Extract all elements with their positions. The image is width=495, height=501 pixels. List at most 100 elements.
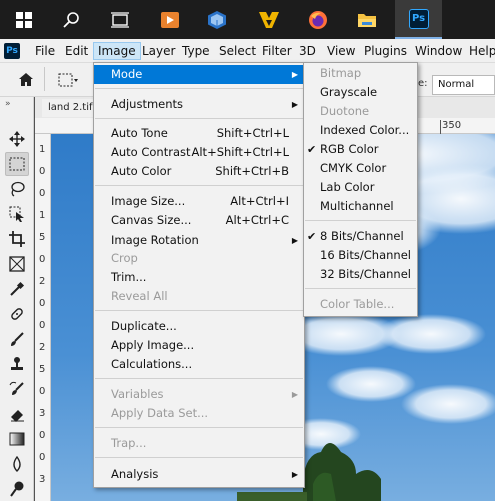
blend-mode-select[interactable]: Normal <box>432 75 495 95</box>
menu-item-variables: Variables ▶ <box>94 385 304 404</box>
file-explorer-icon[interactable] <box>343 0 390 39</box>
menu-item-image-rotation[interactable]: Image Rotation ▶ <box>94 231 304 250</box>
mode-item-16-bits[interactable]: 16 Bits/Channel <box>304 246 417 265</box>
windows-taskbar: Ps <box>0 0 495 39</box>
menu-item-image-size[interactable]: Image Size... Alt+Ctrl+I <box>94 192 304 211</box>
blur-tool-icon[interactable] <box>5 452 29 476</box>
photoshop-icon[interactable]: Ps <box>395 0 442 39</box>
menu-layer[interactable]: Layer <box>138 42 179 60</box>
submenu-arrow-icon: ▶ <box>291 100 298 109</box>
gradient-tool-icon[interactable] <box>5 427 29 451</box>
mode-item-grayscale[interactable]: Grayscale <box>304 83 417 102</box>
menu-separator <box>95 378 303 379</box>
menu-file[interactable]: File <box>31 42 59 60</box>
menu-item-calculations[interactable]: Calculations... <box>94 355 304 374</box>
menu-item-adjustments[interactable]: Adjustments ▶ <box>94 95 304 114</box>
menu-image[interactable]: Image <box>93 42 141 60</box>
menu-item-duplicate[interactable]: Duplicate... <box>94 317 304 336</box>
menu-separator <box>305 288 416 289</box>
menu-item-label: 16 Bits/Channel <box>320 248 411 262</box>
collapse-panel-icon[interactable]: » <box>5 99 11 109</box>
mode-item-bitmap: Bitmap <box>304 64 417 83</box>
media-player-icon[interactable] <box>146 0 193 39</box>
menu-item-shortcut: Alt+Ctrl+I <box>230 194 289 208</box>
rectangular-marquee-tool-icon[interactable] <box>5 152 29 176</box>
menu-item-label: Auto Contrast <box>111 145 191 159</box>
mode-item-indexed-color[interactable]: Indexed Color... <box>304 121 417 140</box>
app-icon[interactable] <box>245 0 292 39</box>
tools-panel: » <box>0 97 34 501</box>
menu-select[interactable]: Select <box>215 42 260 60</box>
menu-item-shortcut: Alt+Shift+Ctrl+L <box>191 145 290 159</box>
ruler-digit: 3 <box>39 408 46 419</box>
photoshop-icon-label: Ps <box>408 8 429 29</box>
ruler-digit: 0 <box>39 254 46 265</box>
menu-item-auto-contrast[interactable]: Auto Contrast Alt+Shift+Ctrl+L <box>94 143 304 162</box>
options-divider <box>44 67 45 91</box>
menu-type[interactable]: Type <box>178 42 214 60</box>
menu-separator <box>95 88 303 89</box>
spot-healing-brush-tool-icon[interactable] <box>5 302 29 326</box>
mode-item-8-bits[interactable]: ✔ 8 Bits/Channel <box>304 227 417 246</box>
ruler-digit: 0 <box>39 188 46 199</box>
menu-plugins[interactable]: Plugins <box>360 42 411 60</box>
mode-item-cmyk-color[interactable]: CMYK Color <box>304 159 417 178</box>
menu-item-label: Lab Color <box>320 180 375 194</box>
menu-3d[interactable]: 3D <box>295 42 320 60</box>
menu-filter[interactable]: Filter <box>258 42 296 60</box>
menu-item-label: CMYK Color <box>320 161 387 175</box>
menu-item-auto-color[interactable]: Auto Color Shift+Ctrl+B <box>94 162 304 181</box>
task-view-icon[interactable] <box>96 0 143 39</box>
mode-item-lab-color[interactable]: Lab Color <box>304 178 417 197</box>
menu-bar: Ps File Edit Image Layer Type Select Fil… <box>0 39 495 63</box>
mode-item-32-bits[interactable]: 32 Bits/Channel <box>304 265 417 284</box>
submenu-arrow-icon: ▶ <box>291 390 298 399</box>
object-selection-tool-icon[interactable] <box>5 202 29 226</box>
menu-edit[interactable]: Edit <box>61 42 92 60</box>
search-icon[interactable] <box>47 0 94 39</box>
menu-item-label: Multichannel <box>320 199 394 213</box>
menu-item-label: Auto Color <box>111 164 172 178</box>
menu-item-analysis[interactable]: Analysis ▶ <box>94 465 304 484</box>
ruler-digit: 5 <box>39 232 46 243</box>
menu-view[interactable]: View <box>323 42 359 60</box>
ruler-digit: 0 <box>39 320 46 331</box>
menu-help[interactable]: Help <box>465 42 495 60</box>
move-tool-icon[interactable] <box>5 127 29 151</box>
menu-item-trim[interactable]: Trim... <box>94 268 304 287</box>
ruler-digit: 0 <box>39 430 46 441</box>
menu-item-canvas-size[interactable]: Canvas Size... Alt+Ctrl+C <box>94 211 304 230</box>
crop-tool-icon[interactable] <box>5 227 29 251</box>
menu-item-label: Indexed Color... <box>320 123 410 137</box>
menu-item-label: Duotone <box>320 104 370 118</box>
brush-tool-icon[interactable] <box>5 327 29 351</box>
menu-item-crop: Crop <box>94 249 304 268</box>
eraser-tool-icon[interactable] <box>5 402 29 426</box>
history-brush-tool-icon[interactable] <box>5 377 29 401</box>
menu-item-label: Variables <box>111 387 164 401</box>
menu-separator <box>95 118 303 119</box>
ruler-digit: 2 <box>39 276 46 287</box>
image-menu: Mode ▶ Adjustments ▶ Auto Tone Shift+Ctr… <box>93 62 305 488</box>
mode-item-rgb-color[interactable]: ✔ RGB Color <box>304 140 417 159</box>
menu-item-mode[interactable]: Mode ▶ <box>94 65 304 84</box>
menu-item-label: Adjustments <box>111 97 184 111</box>
submenu-arrow-icon: ▶ <box>291 470 298 479</box>
ruler-tick <box>440 120 441 134</box>
virtualbox-icon[interactable] <box>193 0 240 39</box>
mode-submenu: Bitmap Grayscale Duotone Indexed Color..… <box>303 62 418 317</box>
windows-start-icon[interactable] <box>0 0 47 39</box>
home-icon[interactable] <box>18 72 34 91</box>
frame-tool-icon[interactable] <box>5 252 29 276</box>
lasso-tool-icon[interactable] <box>5 177 29 201</box>
dodge-tool-icon[interactable] <box>5 477 29 501</box>
menu-window[interactable]: Window <box>411 42 466 60</box>
mode-item-multichannel[interactable]: Multichannel <box>304 197 417 216</box>
screen: Ps Ps File Edit Image Layer Type Select … <box>0 0 495 501</box>
menu-item-apply-image[interactable]: Apply Image... <box>94 336 304 355</box>
marquee-preset-icon[interactable] <box>58 72 78 92</box>
eyedropper-tool-icon[interactable] <box>5 277 29 301</box>
menu-item-auto-tone[interactable]: Auto Tone Shift+Ctrl+L <box>94 124 304 143</box>
firefox-icon[interactable] <box>294 0 341 39</box>
clone-stamp-tool-icon[interactable] <box>5 352 29 376</box>
